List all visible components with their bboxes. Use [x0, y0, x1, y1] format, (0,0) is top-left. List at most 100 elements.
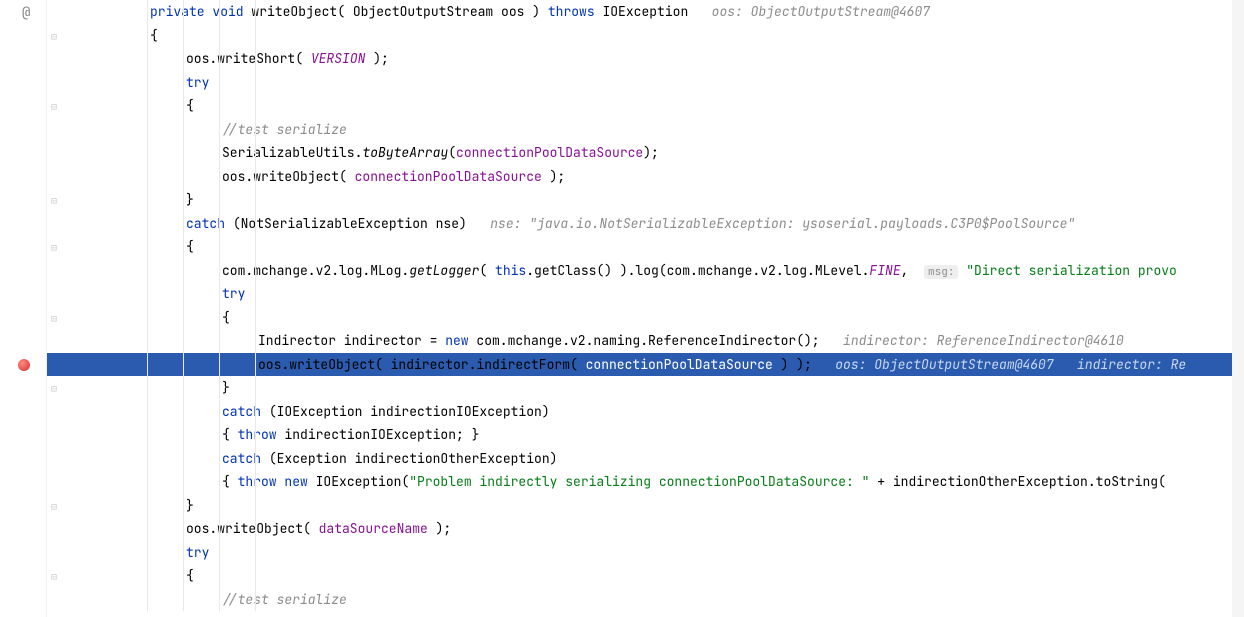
code-token: Indirector indirector = [258, 332, 445, 349]
code-token: (NotSerializableException nse) [233, 215, 490, 232]
fold-marker-icon[interactable]: ⊟ [49, 570, 59, 583]
code-line[interactable]: } [47, 376, 1244, 400]
override-icon[interactable]: @ [22, 4, 36, 18]
indent-guide [183, 0, 184, 611]
indent-guide [219, 0, 220, 611]
fold-marker-icon[interactable]: ⊟ [49, 382, 59, 395]
breakpoint-icon[interactable] [18, 359, 30, 371]
code-token: throw new [238, 473, 316, 490]
code-token: ( [479, 262, 495, 279]
code-token: try [186, 544, 209, 561]
code-editor[interactable]: @ private void writeObject( ObjectOutput… [0, 0, 1244, 617]
code-line[interactable]: try [47, 71, 1244, 95]
code-token: throw [238, 426, 285, 443]
code-token: } [186, 497, 194, 514]
fold-marker-icon[interactable]: ⊟ [49, 100, 59, 113]
code-token: catch [222, 403, 269, 420]
code-token: com.mchange.v2.log.MLog. [222, 262, 409, 279]
code-token: dataSourceName [319, 520, 428, 537]
code-token: ( [448, 144, 456, 161]
code-token: this [495, 262, 526, 279]
code-token: { [186, 97, 194, 114]
code-token: toByteArray [362, 144, 448, 161]
fold-marker-icon[interactable]: ⊟ [49, 241, 59, 254]
code-token: SerializableUtils. [222, 144, 362, 161]
code-token: IOException [602, 3, 711, 20]
code-token: try [186, 74, 209, 91]
code-line[interactable]: catch (NotSerializableException nse) nse… [47, 212, 1244, 236]
code-token: nse: "java.io.NotSerializableException: … [490, 215, 1075, 232]
code-token: .getClass() ).log(com.mchange.v2.log.MLe… [526, 262, 869, 279]
code-line[interactable]: private void writeObject( ObjectOutputSt… [47, 0, 1244, 24]
code-token: //test serialize [222, 591, 347, 608]
fold-marker-icon[interactable]: ⊟ [49, 30, 59, 43]
code-token: ); [365, 50, 388, 67]
code-token: + indirectionOtherException.toString( [869, 473, 1165, 490]
vertical-scrollbar[interactable] [1232, 0, 1244, 617]
code-token: ( ObjectOutputStream oos ) [337, 3, 548, 20]
code-token: catch [186, 215, 233, 232]
code-token: ) ); [773, 356, 835, 373]
code-token: IOException( [316, 473, 410, 490]
code-line[interactable]: try [47, 541, 1244, 565]
code-token: oos.writeObject( [222, 168, 355, 185]
code-token: "Problem indirectly serializing connecti… [409, 473, 869, 490]
code-line[interactable]: } [47, 494, 1244, 518]
code-line[interactable]: { throw new IOException("Problem indirec… [47, 470, 1244, 494]
code-line[interactable]: oos.writeObject( indirector.indirectForm… [47, 353, 1244, 377]
code-token: } [186, 191, 194, 208]
code-token: ); [643, 144, 659, 161]
code-token: getLogger [409, 262, 479, 279]
code-token: com.mchange.v2.naming.ReferenceIndirecto… [476, 332, 843, 349]
fold-marker-icon[interactable]: ⊟ [49, 500, 59, 513]
code-token: { [150, 27, 158, 44]
code-line[interactable]: { [47, 94, 1244, 118]
code-line[interactable]: { [47, 564, 1244, 588]
code-token: { [186, 238, 194, 255]
code-token: ); [428, 520, 451, 537]
code-line[interactable]: catch (Exception indirectionOtherExcepti… [47, 447, 1244, 471]
code-line[interactable]: oos.writeObject( dataSourceName ); [47, 517, 1244, 541]
code-token: FINE [869, 262, 900, 279]
code-line[interactable]: //test serialize [47, 588, 1244, 612]
code-token: oos: ObjectOutputStream@4607 indirector:… [835, 356, 1186, 373]
code-token: { [222, 473, 238, 490]
code-line[interactable]: catch (IOException indirectionIOExceptio… [47, 400, 1244, 424]
code-token: connectionPoolDataSource [355, 168, 542, 185]
code-token: catch [222, 450, 269, 467]
code-token: { [186, 567, 194, 584]
code-token: new [445, 332, 476, 349]
code-token: } [222, 379, 230, 396]
code-token: oos.writeObject( [186, 520, 319, 537]
code-token: throws [548, 3, 603, 20]
code-token: , [901, 262, 924, 279]
code-token: private [150, 3, 212, 20]
code-line[interactable]: com.mchange.v2.log.MLog.getLogger( this.… [47, 259, 1244, 283]
indent-guide [255, 0, 256, 611]
code-token: connectionPoolDataSource [456, 144, 643, 161]
code-token: { [222, 309, 230, 326]
code-token: msg: [924, 265, 958, 279]
code-token: (IOException indirectionIOException) [269, 403, 550, 420]
code-token: connectionPoolDataSource [586, 356, 773, 373]
code-line[interactable]: //test serialize [47, 118, 1244, 142]
code-line[interactable]: Indirector indirector = new com.mchange.… [47, 329, 1244, 353]
code-line[interactable]: { [47, 306, 1244, 330]
code-line[interactable]: oos.writeShort( VERSION ); [47, 47, 1244, 71]
code-token: indirector: ReferenceIndirector@4610 [843, 332, 1124, 349]
gutter[interactable]: @ [0, 0, 47, 617]
code-line[interactable]: try [47, 282, 1244, 306]
code-token: oos.writeShort( [186, 50, 311, 67]
code-area[interactable]: private void writeObject( ObjectOutputSt… [47, 0, 1244, 617]
code-line[interactable]: SerializableUtils.toByteArray(connection… [47, 141, 1244, 165]
code-line[interactable]: { [47, 235, 1244, 259]
fold-marker-icon[interactable]: ⊟ [49, 312, 59, 325]
code-token: { [222, 426, 238, 443]
code-line[interactable]: } [47, 188, 1244, 212]
code-line[interactable]: oos.writeObject( connectionPoolDataSourc… [47, 165, 1244, 189]
code-line[interactable]: { throw indirectionIOException; } [47, 423, 1244, 447]
code-line[interactable]: { [47, 24, 1244, 48]
fold-marker-icon[interactable]: ⊟ [49, 194, 59, 207]
code-token: (Exception indirectionOtherException) [269, 450, 558, 467]
code-token: oos: ObjectOutputStream@4607 [712, 3, 930, 20]
